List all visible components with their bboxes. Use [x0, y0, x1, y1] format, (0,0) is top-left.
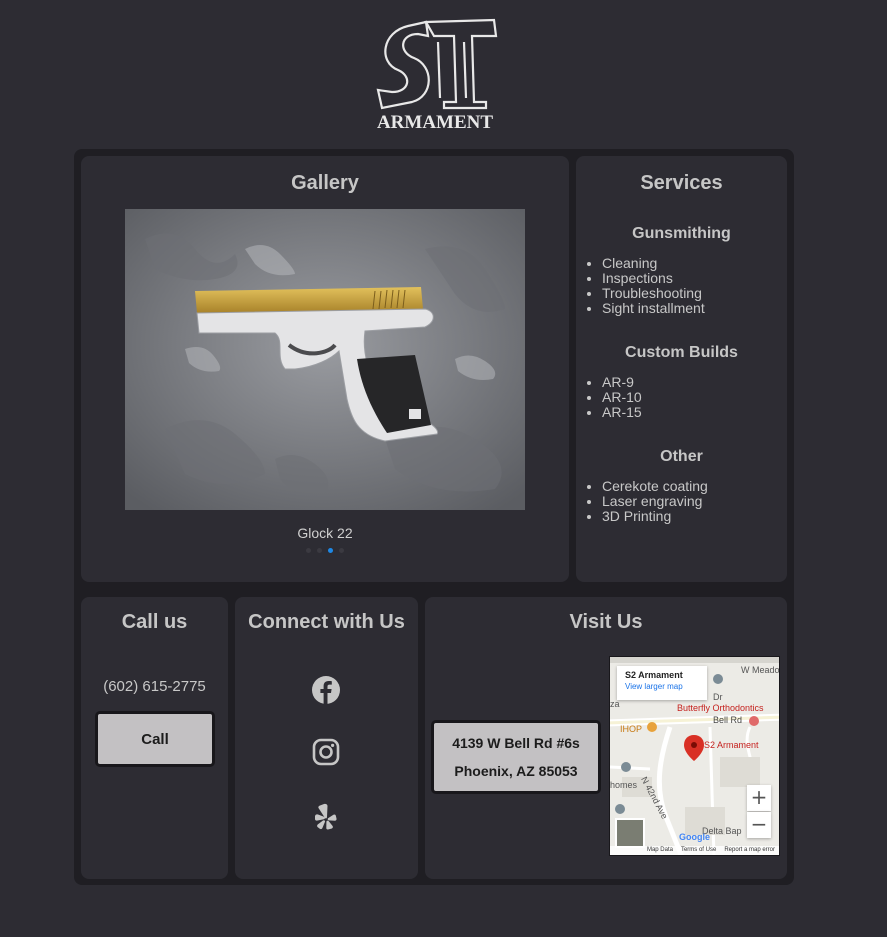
services-card: Services Gunsmithing Cleaning Inspection…: [576, 156, 787, 582]
google-logo: Google: [679, 832, 710, 842]
gallery-title: Gallery: [291, 172, 359, 194]
service-group-heading: Custom Builds: [625, 344, 738, 361]
visit-card: Visit Us 4139 W Bell Rd #6s Phoenix, AZ …: [425, 597, 787, 879]
call-card: Call us (602) 615-2775 Call: [81, 597, 228, 879]
service-item: Inspections: [602, 271, 787, 286]
facebook-icon[interactable]: [311, 675, 341, 705]
map-label: IHOP: [620, 724, 643, 734]
map-label: Dr: [713, 692, 723, 702]
call-button[interactable]: Call: [95, 711, 215, 767]
service-item: Laser engraving: [602, 494, 787, 509]
services-title: Services: [640, 172, 723, 194]
gallery-dot[interactable]: [339, 548, 344, 553]
map-place-name: S2 Armament: [625, 670, 683, 680]
map-place-card: S2 Armament View larger map: [617, 666, 707, 700]
map-zoom-out-button[interactable]: −: [747, 812, 771, 838]
map-footer: Map Data Terms of Use Report a map error: [610, 846, 779, 855]
gallery-caption: Glock 22: [297, 525, 353, 541]
service-group-custom-builds: Custom Builds AR-9 AR-10 AR-15: [576, 344, 787, 420]
map-label: Butterfly Orthodontics: [677, 703, 764, 713]
map-label: Bell Rd: [713, 715, 743, 725]
map-terms-link[interactable]: Terms of Use: [681, 846, 716, 855]
gallery-card: Gallery Glock 22: [81, 156, 569, 582]
service-item: AR-15: [602, 405, 787, 420]
instagram-icon[interactable]: [311, 737, 341, 767]
service-item: 3D Printing: [602, 509, 787, 524]
map-pin-label: S2 Armament: [704, 740, 759, 750]
address-button[interactable]: 4139 W Bell Rd #6s Phoenix, AZ 85053: [431, 720, 601, 794]
map-label: homes: [610, 780, 638, 790]
service-item: Sight installment: [602, 301, 787, 316]
service-item: Troubleshooting: [602, 286, 787, 301]
logo-wordmark: ARMAMENT: [377, 112, 493, 132]
brand-logo[interactable]: ARMAMENT: [368, 18, 502, 133]
map-label: za: [610, 699, 620, 709]
gallery-dot[interactable]: [306, 548, 311, 553]
connect-title: Connect with Us: [248, 611, 405, 633]
service-group-heading: Other: [660, 448, 703, 465]
service-item: AR-10: [602, 390, 787, 405]
map-data-link[interactable]: Map Data: [647, 846, 673, 855]
service-group-heading: Gunsmithing: [632, 225, 731, 242]
call-title: Call us: [121, 611, 188, 633]
view-larger-map-link[interactable]: View larger map: [625, 682, 699, 691]
embedded-map[interactable]: S2 Armament View larger map W Meado Dr B…: [609, 656, 780, 856]
yelp-icon[interactable]: [311, 802, 341, 832]
connect-card: Connect with Us: [235, 597, 418, 879]
map-label: W Meado: [741, 665, 780, 675]
address-line-1: 4139 W Bell Rd #6s: [452, 735, 580, 751]
gallery-dot[interactable]: [317, 548, 322, 553]
service-item: Cleaning: [602, 256, 787, 271]
service-item: AR-9: [602, 375, 787, 390]
map-report-link[interactable]: Report a map error: [724, 846, 775, 855]
address-line-2: Phoenix, AZ 85053: [454, 763, 578, 779]
service-item: Cerekote coating: [602, 479, 787, 494]
map-zoom-in-button[interactable]: +: [747, 785, 771, 811]
gallery-slide-image[interactable]: [125, 209, 525, 510]
gallery-pagination: [81, 548, 569, 553]
phone-number: (602) 615-2775: [103, 678, 206, 695]
service-group-other: Other Cerekote coating Laser engraving 3…: [576, 448, 787, 524]
service-group-gunsmithing: Gunsmithing Cleaning Inspections Trouble…: [576, 225, 787, 316]
visit-title: Visit Us: [569, 611, 643, 633]
gallery-dot-active[interactable]: [328, 548, 333, 553]
